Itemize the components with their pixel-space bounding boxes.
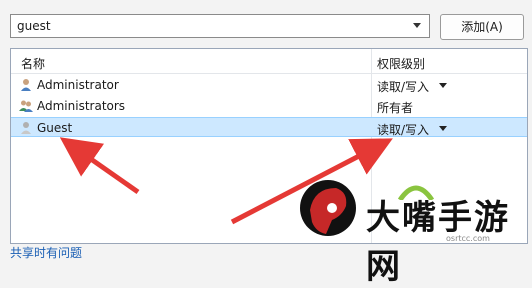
list-item-name: Administrators xyxy=(37,99,126,113)
permission-select[interactable]: 读取/写入 xyxy=(377,121,429,138)
permission-label: 所有者 xyxy=(377,101,414,115)
list-item[interactable]: Administrator 读取/写入 xyxy=(11,75,527,95)
help-link[interactable]: 共享时有问题 xyxy=(10,244,82,261)
column-header-permission[interactable]: 权限级别 xyxy=(377,55,425,72)
group-icon xyxy=(19,100,33,112)
list-item-selected[interactable]: Guest 读取/写入 xyxy=(11,117,527,137)
watermark-logo-icon xyxy=(300,180,356,236)
list-item[interactable]: Administrators 所有者 xyxy=(11,96,527,116)
add-button[interactable]: 添加(A) xyxy=(440,14,524,40)
column-header-name[interactable]: 名称 xyxy=(21,55,45,72)
list-item-name: Guest xyxy=(37,121,73,135)
user-icon xyxy=(21,122,31,134)
header-divider xyxy=(11,73,527,74)
dropdown-arrow-icon[interactable] xyxy=(439,126,447,131)
user-icon xyxy=(21,79,31,91)
user-search-combo[interactable]: guest xyxy=(10,14,430,38)
permission-select[interactable]: 读取/写入 xyxy=(377,78,429,95)
list-item-name: Administrator xyxy=(37,78,119,92)
watermark-subtext: osrtcc.com xyxy=(446,234,490,243)
user-search-input[interactable]: guest xyxy=(17,19,51,33)
dropdown-arrow-icon[interactable] xyxy=(439,83,447,88)
chevron-down-icon[interactable] xyxy=(413,23,421,28)
watermark-brand: 大嘴手游网 osrtcc.com xyxy=(296,176,528,287)
